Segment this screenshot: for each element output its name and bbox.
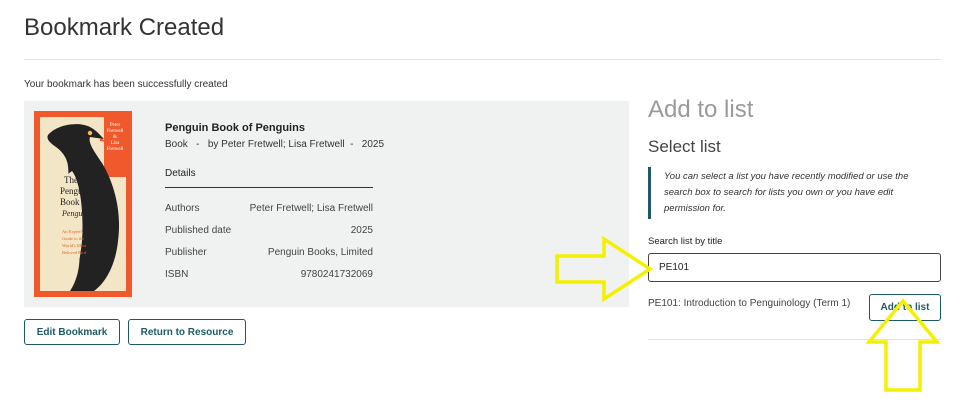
detail-label: ISBN: [165, 269, 189, 280]
search-list-label: Search list by title: [648, 236, 723, 247]
search-list-input[interactable]: [648, 253, 941, 282]
select-list-note: You can select a list you have recently …: [648, 167, 938, 219]
page-title: Bookmark Created: [24, 14, 225, 41]
list-result-label: PE101: Introduction to Penguinology (Ter…: [648, 298, 851, 309]
cover-title-line3: Book of: [60, 197, 89, 207]
cover-title-line1: The: [64, 175, 78, 185]
detail-label: Publisher: [165, 247, 207, 258]
detail-label: Authors: [165, 203, 200, 214]
cover-author-line2: Fretwell: [107, 129, 124, 134]
resource-meta: Book - by Peter Fretwell; Lisa Fretwell …: [165, 139, 384, 150]
add-to-list-heading: Add to list: [648, 96, 754, 123]
right-arrow-annotation-icon: [555, 236, 654, 302]
cover-subtitle-line2: Guide to the: [62, 236, 84, 241]
details-underline: [165, 187, 373, 188]
meta-separator: -: [196, 139, 200, 150]
cover-subtitle-line3: World's Most: [62, 243, 87, 248]
success-message: Your bookmark has been successfully crea…: [24, 79, 228, 90]
detail-value: Peter Fretwell; Lisa Fretwell: [249, 203, 373, 214]
resource-card: Peter Fretwell & Lisa Fretwell The Pengu…: [24, 101, 629, 307]
cover-subtitle-line4: Beloved Bird: [62, 250, 87, 255]
select-list-heading: Select list: [648, 137, 721, 156]
return-to-resource-button[interactable]: Return to Resource: [128, 319, 246, 345]
detail-value: 2025: [350, 225, 373, 236]
resource-type: Book: [165, 139, 188, 150]
cover-subtitle-line1: An Expert's: [62, 229, 83, 234]
book-cover-image[interactable]: Peter Fretwell & Lisa Fretwell The Pengu…: [34, 111, 132, 297]
meta-separator: -: [350, 139, 354, 150]
details-tab[interactable]: Details: [165, 168, 196, 179]
resource-title[interactable]: Penguin Book of Penguins: [165, 122, 305, 134]
resource-year: 2025: [361, 139, 385, 150]
detail-value: 9780241732069: [300, 269, 373, 280]
cover-author-line3: &: [113, 135, 117, 140]
title-divider: [24, 59, 941, 60]
penguin-cover-art: Peter Fretwell & Lisa Fretwell The Pengu…: [34, 111, 132, 297]
up-arrow-annotation-icon: [866, 298, 940, 392]
cover-author-line4: Lisa: [111, 141, 120, 146]
detail-label: Published date: [165, 225, 232, 236]
cover-author-line1: Peter: [110, 123, 121, 128]
resource-authors: by Peter Fretwell; Lisa Fretwell: [207, 139, 345, 150]
edit-bookmark-button[interactable]: Edit Bookmark: [24, 319, 120, 345]
cover-title-line4: Penguins: [61, 209, 92, 218]
cover-title-line2: Penguin: [60, 186, 90, 196]
detail-value: Penguin Books, Limited: [267, 247, 373, 258]
cover-author-line5: Fretwell: [107, 147, 124, 152]
